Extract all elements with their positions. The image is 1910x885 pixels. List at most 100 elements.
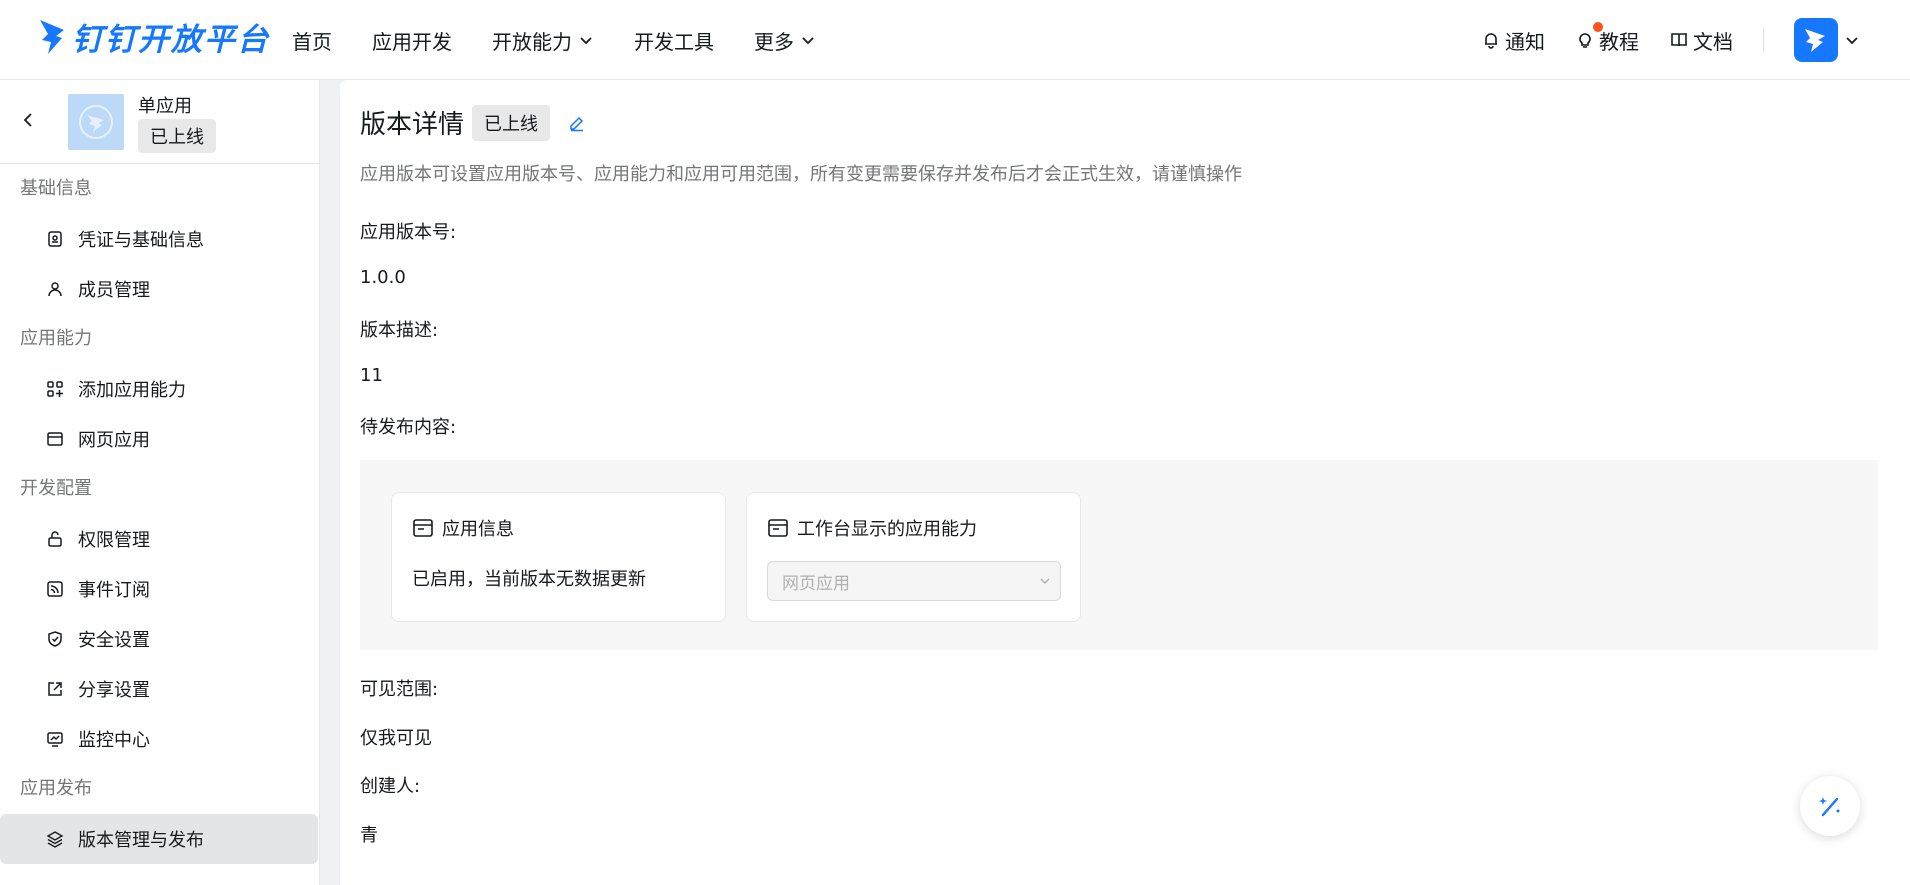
tutorial-button[interactable]: 教程: [1575, 21, 1639, 55]
book-icon: [1671, 33, 1687, 47]
app-logo-icon: [79, 105, 113, 139]
user-menu[interactable]: [1794, 18, 1860, 62]
workbench-card: 工作台显示的应用能力 网页应用: [746, 492, 1081, 622]
page-title: 版本详情: [360, 110, 465, 140]
notify-label: 通知: [1505, 29, 1545, 54]
nav-more-label: 更多: [754, 29, 794, 54]
main-content: 版本详情 已上线 应用版本可设置应用版本号、应用能力和应用可用范围，所有变更需要…: [340, 80, 1910, 885]
app-thumbnail: [68, 94, 124, 150]
bell-icon: [1485, 33, 1497, 49]
sidebar-item-label: 网页应用: [78, 430, 150, 451]
sidebar-item-events[interactable]: 事件订阅: [0, 564, 319, 614]
sidebar-item-label: 成员管理: [78, 280, 150, 301]
app-name: 单应用: [138, 96, 192, 117]
scope-label: 可见范围:: [360, 679, 439, 700]
workbench-title-text: 工作台显示的应用能力: [797, 519, 977, 540]
sidebar-item-members[interactable]: 成员管理: [0, 264, 319, 314]
chevron-down-icon: [580, 37, 592, 45]
docs-button[interactable]: 文档: [1669, 26, 1733, 55]
main-nav: 首页 应用开发 开放能力 开发工具 更多: [292, 0, 856, 80]
sidebar-item-label: 版本管理与发布: [78, 830, 204, 851]
layers-icon: [46, 831, 64, 848]
notification-dot: [1593, 21, 1603, 32]
sidebar-item-add-capability[interactable]: 添加应用能力: [0, 364, 319, 414]
external-link-icon: [48, 682, 62, 696]
chevron-down-icon: [1040, 578, 1050, 585]
sidebar-item-permissions[interactable]: 权限管理: [0, 514, 319, 564]
magic-wand-icon: [1819, 797, 1840, 817]
group-app-release: 应用发布: [20, 778, 92, 799]
docs-label: 文档: [1693, 29, 1733, 54]
top-nav: 钉钉开放平台 首页 应用开发 开放能力 开发工具 更多 通知 教程 文档: [0, 0, 1910, 80]
browser-window-icon: [768, 519, 788, 537]
version-label: 应用版本号:: [360, 222, 457, 243]
group-basic-info: 基础信息: [20, 178, 92, 199]
sidebar-item-label: 权限管理: [78, 530, 150, 551]
version-value: 1.0.0: [360, 267, 406, 288]
nav-dev-tools[interactable]: 开发工具: [634, 26, 714, 55]
sidebar-item-web-app[interactable]: 网页应用: [0, 414, 319, 464]
app-header: 单应用 已上线: [0, 80, 319, 164]
nav-open-capability[interactable]: 开放能力: [492, 26, 594, 55]
nav-app-dev-label: 应用开发: [372, 29, 452, 54]
sidebar-item-label: 分享设置: [78, 680, 150, 701]
app-info-text: 已启用，当前版本无数据更新: [412, 569, 646, 590]
sidebar-item-security[interactable]: 安全设置: [0, 614, 319, 664]
pending-label: 待发布内容:: [360, 417, 457, 438]
group-app-capability: 应用能力: [20, 328, 92, 349]
credential-icon: [48, 231, 62, 247]
workbench-capability-select: 网页应用: [767, 561, 1061, 601]
nav-divider: [1763, 28, 1764, 52]
nav-right: 通知 教程 文档: [1451, 0, 1860, 80]
workbench-card-title: 工作台显示的应用能力: [767, 515, 977, 541]
lightbulb-icon: [1579, 33, 1591, 48]
lock-icon: [48, 531, 62, 547]
dingtalk-logo-icon: [40, 20, 64, 54]
sidebar: 单应用 已上线 基础信息 凭证与基础信息 成员管理 应用能力 添加应用能力 网页…: [0, 80, 320, 885]
user-icon: [48, 282, 62, 297]
nav-open-capability-label: 开放能力: [492, 29, 572, 54]
select-value: 网页应用: [782, 573, 850, 594]
dingtalk-logo[interactable]: 钉钉开放平台: [38, 14, 270, 58]
chevron-down-icon: [802, 37, 814, 45]
dingtalk-avatar-icon: [1805, 29, 1825, 52]
logo-text: 钉钉开放平台: [72, 21, 270, 58]
group-dev-config: 开发配置: [20, 478, 92, 499]
sidebar-item-label: 监控中心: [78, 730, 150, 751]
nav-app-dev[interactable]: 应用开发: [372, 26, 452, 55]
nav-home-label: 首页: [292, 29, 332, 54]
nav-home[interactable]: 首页: [292, 26, 332, 55]
sidebar-item-label: 事件订阅: [78, 580, 150, 601]
shield-icon: [48, 631, 62, 647]
status-badge: 已上线: [472, 104, 551, 141]
pending-content-box: 应用信息 已启用，当前版本无数据更新 工作台显示的应用能力 网页应用: [360, 460, 1878, 650]
app-info-title-text: 应用信息: [442, 519, 514, 540]
edit-icon[interactable]: [568, 114, 586, 132]
desc-label: 版本描述:: [360, 320, 439, 341]
sidebar-item-label: 添加应用能力: [78, 380, 186, 401]
nav-more[interactable]: 更多: [754, 26, 816, 55]
avatar: [1794, 18, 1838, 62]
back-arrow-icon[interactable]: [18, 110, 38, 130]
app-info-card: 应用信息 已启用，当前版本无数据更新: [391, 492, 726, 622]
desc-value: 11: [360, 365, 383, 386]
page-description: 应用版本可设置应用版本号、应用能力和应用可用范围，所有变更需要保存并发布后才会正…: [360, 164, 1242, 185]
browser-window-icon: [47, 432, 63, 446]
sidebar-item-monitor[interactable]: 监控中心: [0, 714, 319, 764]
browser-window-icon: [413, 519, 433, 537]
creator-value: 青: [360, 825, 378, 846]
app-info-card-title: 应用信息: [412, 515, 514, 541]
title-row: 版本详情 已上线: [360, 104, 586, 141]
rss-icon: [47, 581, 63, 597]
ai-assistant-button[interactable]: [1800, 776, 1860, 836]
grid-add-icon: [47, 381, 63, 397]
sidebar-item-version-release[interactable]: 版本管理与发布: [0, 814, 318, 864]
scope-value: 仅我可见: [360, 728, 432, 749]
sidebar-item-label: 凭证与基础信息: [78, 230, 204, 251]
chevron-down-icon: [1846, 37, 1858, 45]
nav-dev-tools-label: 开发工具: [634, 29, 714, 54]
sidebar-item-share[interactable]: 分享设置: [0, 664, 319, 714]
sidebar-item-credentials[interactable]: 凭证与基础信息: [0, 214, 319, 264]
monitor-icon: [47, 732, 63, 747]
notify-button[interactable]: 通知: [1481, 26, 1545, 55]
